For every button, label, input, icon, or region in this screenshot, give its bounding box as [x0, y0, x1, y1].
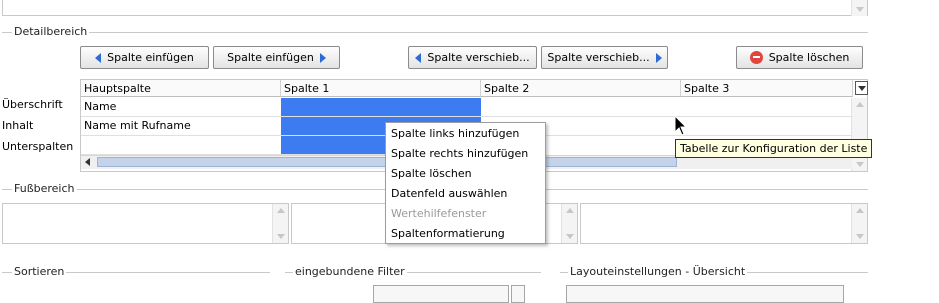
menu-item-add-column-left[interactable]: Spalte links hinzufügen: [386, 124, 545, 144]
top-panel: [2, 0, 868, 16]
context-menu: Spalte links hinzufügen Spalte rechts hi…: [385, 122, 546, 244]
mouse-cursor-icon: [674, 115, 688, 136]
scroll-left-icon[interactable]: [85, 158, 90, 166]
grid-header-main[interactable]: Hauptspalte: [81, 80, 281, 97]
scroll-down-icon[interactable]: [277, 234, 285, 239]
grid-cell-r1-col3[interactable]: [681, 98, 853, 117]
grid-tooltip: Tabelle zur Konfiguration der Liste: [675, 139, 873, 158]
filter-section-label: eingebundene Filter: [293, 265, 407, 278]
scroll-down-icon[interactable]: [566, 234, 574, 239]
filter-field-button[interactable]: [511, 285, 525, 303]
scroll-up-icon[interactable]: [566, 208, 574, 213]
arrow-left-icon: [95, 52, 102, 63]
grid-config-icon[interactable]: [855, 81, 868, 95]
filter-field[interactable]: [373, 285, 509, 303]
row-label-subcolumns: Unterspalten: [2, 140, 74, 153]
grid-header-col3[interactable]: Spalte 3: [681, 80, 853, 97]
move-column-left-button[interactable]: Spalte verschieb...: [408, 46, 537, 69]
sort-section-label: Sortieren: [12, 265, 67, 278]
footer-middle-scrollbar[interactable]: [561, 204, 577, 243]
scroll-down-icon[interactable]: [856, 7, 864, 12]
arrow-right-icon: [319, 52, 326, 63]
arrow-right-icon: [655, 52, 662, 63]
row-label-content: Inhalt: [2, 119, 34, 132]
grid-cell-r2-main[interactable]: Name mit Rufname: [81, 117, 281, 136]
move-column-right-label: Spalte verschieb...: [547, 51, 650, 64]
menu-item-delete-column[interactable]: Spalte löschen: [386, 164, 545, 184]
delete-column-label: Spalte löschen: [768, 51, 850, 64]
scroll-down-icon[interactable]: [856, 162, 864, 167]
insert-column-left-button[interactable]: Spalte einfügen: [80, 46, 209, 69]
footer-panel-right[interactable]: [580, 203, 868, 244]
footer-section-label: Fußbereich: [12, 182, 77, 195]
grid-vertical-scrollbar[interactable]: [851, 98, 867, 171]
layout-section-label: Layouteinstellungen - Übersicht: [568, 265, 748, 278]
scroll-up-icon[interactable]: [856, 102, 864, 107]
top-panel-scrollbar[interactable]: [851, 0, 867, 16]
footer-panel-left[interactable]: [2, 203, 289, 244]
scroll-up-icon[interactable]: [277, 208, 285, 213]
menu-item-add-column-right[interactable]: Spalte rechts hinzufügen: [386, 144, 545, 164]
insert-column-right-label: Spalte einfügen: [227, 51, 314, 64]
arrow-left-icon: [415, 52, 422, 63]
detail-section-label: Detailbereich: [12, 25, 90, 38]
grid-cell-r1-col2[interactable]: [481, 98, 681, 117]
grid-header-col2[interactable]: Spalte 2: [481, 80, 681, 97]
move-column-right-button[interactable]: Spalte verschieb...: [541, 46, 668, 69]
insert-column-right-button[interactable]: Spalte einfügen: [213, 46, 340, 69]
grid-cell-r2-col3[interactable]: [681, 117, 853, 136]
grid-cell-r1-col1[interactable]: [281, 98, 481, 117]
insert-column-left-label: Spalte einfügen: [107, 51, 194, 64]
delete-column-button[interactable]: Spalte löschen: [736, 46, 863, 69]
grid-config-icon-mark: [858, 86, 866, 91]
detail-section-rule: [2, 32, 868, 33]
menu-item-select-data-field[interactable]: Datenfeld auswählen: [386, 184, 545, 204]
menu-item-column-formatting[interactable]: Spaltenformatierung: [386, 224, 545, 244]
scroll-up-icon[interactable]: [856, 208, 864, 213]
grid-cell-r3-main[interactable]: [81, 136, 281, 155]
grid-header-col1[interactable]: Spalte 1: [281, 80, 481, 97]
delete-icon: [749, 51, 763, 64]
row-label-header: Überschrift: [2, 98, 63, 111]
footer-left-scrollbar[interactable]: [272, 204, 288, 243]
grid-cell-r1-main[interactable]: Name: [81, 98, 281, 117]
scroll-down-icon[interactable]: [856, 234, 864, 239]
footer-right-scrollbar[interactable]: [851, 204, 867, 243]
menu-item-value-help: Wertehilfefenster: [391, 207, 487, 220]
move-column-left-label: Spalte verschieb...: [427, 51, 530, 64]
layout-field[interactable]: [566, 285, 844, 303]
